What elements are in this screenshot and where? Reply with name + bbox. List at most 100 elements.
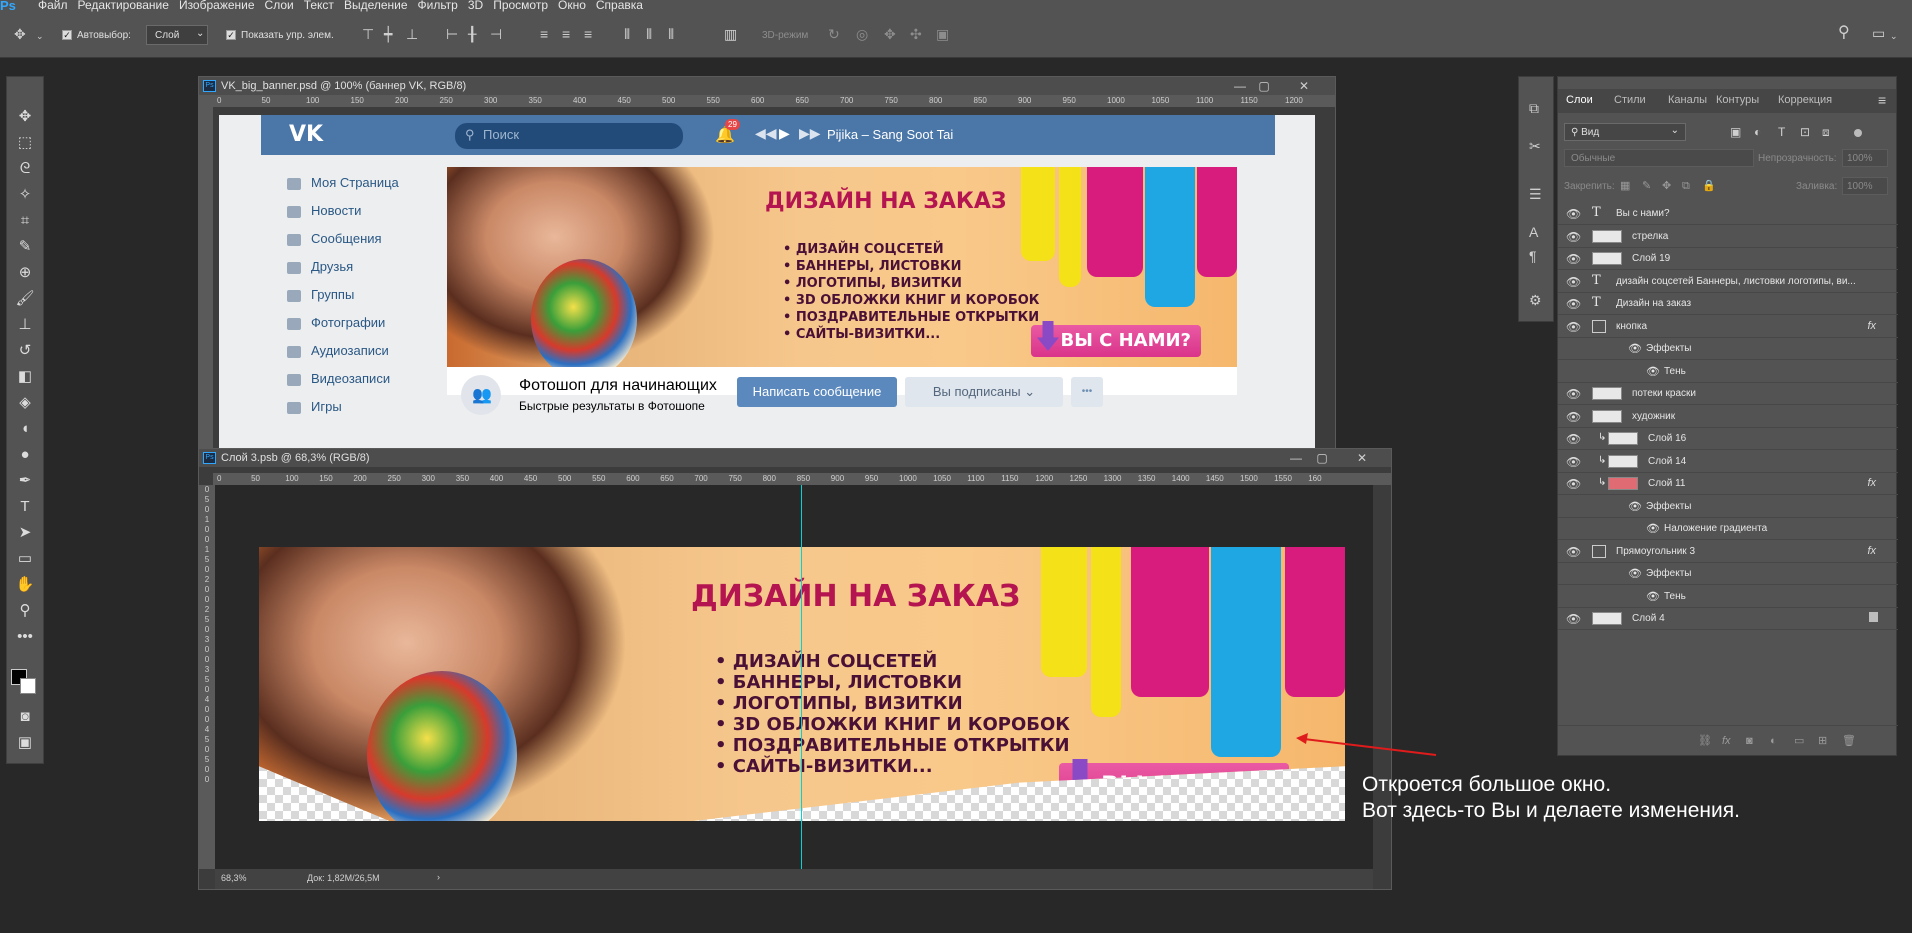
lock-pixels-icon[interactable]: ✎ xyxy=(1642,179,1651,193)
visibility-eye-icon[interactable]: 👁 xyxy=(1566,612,1581,626)
zoom-level[interactable]: 68,3% xyxy=(221,873,247,883)
3d-rotate-icon[interactable]: ↻ xyxy=(828,27,840,41)
type-tool-icon[interactable]: T xyxy=(15,497,35,517)
menu-item[interactable]: Редактирование xyxy=(78,0,169,12)
vk-nav-item[interactable]: Фотографии xyxy=(287,315,385,333)
align-vcenter-icon[interactable]: ┿ xyxy=(384,27,392,41)
properties-icon[interactable]: ⚙ xyxy=(1529,293,1542,307)
doc-tab[interactable]: Ps VK_big_banner.psd @ 100% (баннер VK, … xyxy=(199,77,1335,95)
filter-smart-icon[interactable]: ⧈ xyxy=(1822,125,1830,139)
layer-row[interactable]: 👁 Наложение градиента xyxy=(1558,518,1898,540)
eraser-tool-icon[interactable]: ◧ xyxy=(15,367,35,387)
vk-nav-item[interactable]: Игры xyxy=(287,399,342,417)
lock-position-icon[interactable]: ✥ xyxy=(1662,179,1671,193)
autoselect-select[interactable]: Слой ⌄ xyxy=(146,25,208,45)
visibility-eye-icon[interactable]: 👁 xyxy=(1628,567,1642,580)
menu-item[interactable]: Просмотр xyxy=(493,0,548,12)
now-playing-track[interactable]: Pijika – Sang Soot Tai xyxy=(827,127,953,142)
history-brush-icon[interactable]: ↺ xyxy=(15,341,35,361)
magic-wand-tool-icon[interactable]: ✧ xyxy=(15,185,35,205)
panel-tab[interactable]: Каналы xyxy=(1668,94,1707,106)
distribute-hcenter-icon[interactable]: ⦀ xyxy=(646,27,652,41)
more-actions-button[interactable]: ••• xyxy=(1071,377,1103,407)
stamp-tool-icon[interactable]: ⊥ xyxy=(15,315,35,335)
crop-tool-icon[interactable]: ⌗ xyxy=(15,211,35,231)
menu-item[interactable]: Окно xyxy=(558,0,586,12)
lasso-tool-icon[interactable]: ᘓ xyxy=(15,159,35,179)
layer-row[interactable]: 👁 Слой 19 xyxy=(1558,248,1898,270)
more-tools-icon[interactable]: ••• xyxy=(15,627,35,647)
zoom-tool-icon[interactable]: ⚲ xyxy=(15,601,35,621)
layer-effects-badge[interactable]: fx xyxy=(1867,545,1876,557)
panel-tab[interactable]: Коррекция xyxy=(1778,94,1832,106)
visibility-eye-icon[interactable]: 👁 xyxy=(1566,432,1581,446)
distribute-vcenter-icon[interactable]: ≡ xyxy=(562,27,570,41)
move-tool-icon[interactable]: ✥ xyxy=(15,107,35,127)
move-tool-icon[interactable]: ✥ xyxy=(14,27,26,41)
doc-tab[interactable]: Ps Слой 3.psb @ 68,3% (RGB/8) xyxy=(199,449,1391,467)
hand-tool-icon[interactable]: ✋ xyxy=(15,575,35,595)
visibility-eye-icon[interactable]: 👁 xyxy=(1628,500,1642,513)
play-icon[interactable]: ▶ xyxy=(779,125,790,142)
adjustments-icon[interactable]: ☰ xyxy=(1529,187,1542,201)
align-hcenter-icon[interactable]: ╂ xyxy=(468,27,476,41)
layer-row[interactable]: 👁 ↳ Слой 16 xyxy=(1558,428,1898,450)
align-left-icon[interactable]: ⊢ xyxy=(446,27,458,41)
align-bottom-icon[interactable]: ⊥ xyxy=(406,27,418,41)
new-group-icon[interactable]: ▭ xyxy=(1794,734,1804,748)
panel-tab[interactable]: Слои xyxy=(1566,94,1593,106)
send-message-button[interactable]: Написать сообщение xyxy=(737,377,897,407)
visibility-eye-icon[interactable]: 👁 xyxy=(1566,455,1581,469)
distribute-bottom-icon[interactable]: ≡ xyxy=(584,27,592,41)
layer-row[interactable]: 👁 T Вы с нами? xyxy=(1558,203,1898,225)
3d-scale-icon[interactable]: ▣ xyxy=(936,27,949,41)
pen-tool-icon[interactable]: ✒ xyxy=(15,471,35,491)
dodge-tool-icon[interactable]: ● xyxy=(15,445,35,465)
minimize-button[interactable]: — xyxy=(1229,77,1251,95)
layer-row[interactable]: 👁 Слой 4 xyxy=(1558,608,1898,630)
guide-line[interactable] xyxy=(801,485,802,869)
menu-item[interactable]: Текст xyxy=(304,0,334,12)
layer-row[interactable]: 👁 потеки краски xyxy=(1558,383,1898,405)
visibility-eye-icon[interactable]: 👁 xyxy=(1646,590,1660,603)
menu-item[interactable]: Файл xyxy=(38,0,68,12)
visibility-eye-icon[interactable]: 👁 xyxy=(1566,275,1581,289)
panel-menu-icon[interactable]: ≡ xyxy=(1878,93,1886,107)
menu-item[interactable]: Слои xyxy=(265,0,294,12)
prev-track-icon[interactable]: ◀◀ xyxy=(755,125,777,142)
panel-tab[interactable]: Стили xyxy=(1614,94,1646,106)
menu-item[interactable]: 3D xyxy=(468,0,483,12)
distribute-left-icon[interactable]: ⦀ xyxy=(624,27,630,41)
menu-item[interactable]: Фильтр xyxy=(418,0,458,12)
visibility-eye-icon[interactable]: 👁 xyxy=(1566,230,1581,244)
distribute-top-icon[interactable]: ≡ xyxy=(540,27,548,41)
lock-all-icon[interactable]: 🔒 xyxy=(1702,179,1716,193)
layer-row[interactable]: 👁 Эффекты xyxy=(1558,563,1898,585)
group-avatar[interactable]: 👥 xyxy=(461,375,501,415)
vk-nav-item[interactable]: Группы xyxy=(287,287,354,305)
visibility-eye-icon[interactable]: 👁 xyxy=(1566,410,1581,424)
layer-row[interactable]: 👁 Эффекты xyxy=(1558,496,1898,518)
layer-row[interactable]: 👁 Тень xyxy=(1558,361,1898,383)
visibility-eye-icon[interactable]: 👁 xyxy=(1646,522,1660,535)
tool-presets-icon[interactable]: ✂ xyxy=(1529,139,1541,153)
visibility-eye-icon[interactable]: 👁 xyxy=(1566,297,1581,311)
align-right-icon[interactable]: ⊣ xyxy=(490,27,502,41)
fill-input[interactable]: 100% xyxy=(1842,177,1888,195)
blur-tool-icon[interactable]: ◖ xyxy=(15,419,35,439)
chevron-right-icon[interactable]: › xyxy=(437,872,440,882)
canvas-area[interactable]: ДИЗАЙН НА ЗАКАЗ • ДИЗАЙН СОЦСЕТЕЙ • БАННЕ… xyxy=(215,485,1373,869)
subscribed-button[interactable]: Вы подписаны ⌄ xyxy=(905,377,1063,407)
quick-mask-icon[interactable]: ◙ xyxy=(15,707,35,727)
layer-effects-badge[interactable]: fx xyxy=(1867,477,1876,489)
vk-nav-item[interactable]: Сообщения xyxy=(287,231,382,249)
visibility-eye-icon[interactable]: 👁 xyxy=(1646,365,1660,378)
layer-row[interactable]: 👁 Эффекты xyxy=(1558,338,1898,360)
healing-tool-icon[interactable]: ⊕ xyxy=(15,263,35,283)
opacity-input[interactable]: 100% xyxy=(1842,149,1888,167)
paint-bucket-icon[interactable]: ◈ xyxy=(15,393,35,413)
layer-row[interactable]: 👁 Tдизайн соцсетей Баннеры, листовки лого… xyxy=(1558,271,1898,293)
history-panel-icon[interactable]: ⧉ xyxy=(1529,101,1539,115)
visibility-eye-icon[interactable]: 👁 xyxy=(1566,207,1581,221)
vk-nav-item[interactable]: Видеозаписи xyxy=(287,371,390,389)
